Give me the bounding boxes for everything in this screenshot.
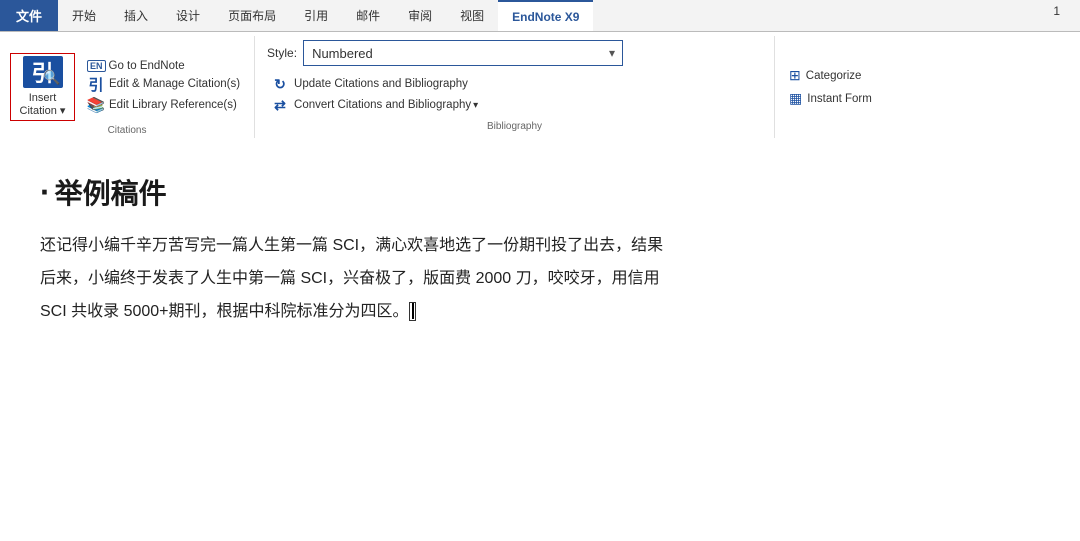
document-content: 举例稿件 还记得小编千辛万苦写完一篇人生第一篇 SCI，满心欢喜地选了一份期刊投… [0, 142, 1080, 350]
tab-view[interactable]: 视图 [446, 0, 498, 31]
instant-form-icon: ▦ [789, 90, 802, 107]
goto-endnote-label: Go to EndNote [109, 60, 185, 72]
insert-citation-icon: 引 🔍 [23, 56, 63, 88]
en-badge: EN [87, 60, 106, 72]
tab-file[interactable]: 文件 [0, 0, 58, 31]
convert-dropdown-indicator: ▾ [473, 100, 478, 111]
convert-citations-label: Convert Citations and Bibliography [294, 99, 471, 111]
insert-citation-button[interactable]: 引 🔍 Insert Citation ▾ [10, 53, 75, 121]
update-citations-icon: ↻ [271, 75, 289, 93]
convert-citations-item[interactable]: ⇄ Convert Citations and Bibliography ▾ [267, 95, 482, 115]
citations-menu-items: EN Go to EndNote 引 Edit & Manage Citatio… [83, 55, 244, 119]
paragraph-2: 后来，小编终于发表了人生中第一篇 SCI，兴奋极了，版面费 2000 刀，咬咬牙… [40, 265, 1040, 294]
style-label: Style: [267, 46, 297, 60]
ribbon-content: 引 🔍 Insert Citation ▾ EN Go to EndNote [0, 32, 1080, 142]
edit-manage-citation-item[interactable]: 引 Edit & Manage Citation(s) [83, 74, 244, 94]
document-body: 还记得小编千辛万苦写完一篇人生第一篇 SCI，满心欢喜地选了一份期刊投了出去，结… [40, 232, 1040, 326]
library-ref-icon: 📚 [87, 96, 105, 114]
tab-start[interactable]: 开始 [58, 0, 110, 31]
tab-design[interactable]: 设计 [162, 0, 214, 31]
goto-endnote-item[interactable]: EN Go to EndNote [83, 59, 244, 73]
citations-group-label: Citations [0, 123, 254, 138]
instant-form-label: Instant Form [807, 93, 872, 105]
style-dropdown[interactable]: Numbered [303, 40, 623, 66]
edit-manage-citation-label: Edit & Manage Citation(s) [109, 78, 240, 90]
insert-citation-label: Insert Citation ▾ [20, 92, 66, 118]
edit-library-ref-label: Edit Library Reference(s) [109, 99, 237, 111]
style-dropdown-wrapper: Numbered [303, 40, 623, 66]
tab-reference[interactable]: 引用 [290, 0, 342, 31]
text-cursor [409, 302, 416, 321]
tab-insert[interactable]: 插入 [110, 0, 162, 31]
instant-form-item[interactable]: ▦ Instant Form [785, 89, 876, 108]
tab-layout[interactable]: 页面布局 [214, 0, 290, 31]
tab-endnote[interactable]: EndNote X9 [498, 0, 593, 31]
citations-group: 引 🔍 Insert Citation ▾ EN Go to EndNote [0, 36, 255, 138]
ribbon-tabs: 文件 开始 插入 设计 页面布局 引用 邮件 审阅 视图 EndNote X9 [0, 0, 1080, 32]
paragraph-1: 还记得小编千辛万苦写完一篇人生第一篇 SCI，满心欢喜地选了一份期刊投了出去，结… [40, 232, 1040, 261]
edit-citation-icon: 引 [87, 75, 105, 93]
style-row: Style: Numbered [267, 40, 623, 66]
categorize-item[interactable]: ⊞ Categorize [785, 66, 876, 85]
search-overlay-icon: 🔍 [43, 69, 60, 86]
bibliography-group-label: Bibliography [267, 119, 762, 134]
edit-library-ref-item[interactable]: 📚 Edit Library Reference(s) [83, 95, 244, 115]
categorize-label: Categorize [806, 70, 862, 82]
paragraph-3-text: SCI 共收录 5000+期刊，根据中科院标准分为四区。 [40, 303, 409, 320]
document-title: 举例稿件 [40, 172, 1040, 212]
paragraph-3: SCI 共收录 5000+期刊，根据中科院标准分为四区。 [40, 298, 1040, 327]
categorize-icon: ⊞ [789, 67, 801, 84]
tab-review[interactable]: 审阅 [394, 0, 446, 31]
tab-mail[interactable]: 邮件 [342, 0, 394, 31]
right-group: ⊞ Categorize ▦ Instant Form [775, 36, 886, 138]
page-number: 1 [1053, 4, 1060, 18]
bibliography-group: Style: Numbered ↻ Update Citations and B… [255, 36, 775, 138]
update-citations-label: Update Citations and Bibliography [294, 78, 468, 90]
bib-menu-items: ↻ Update Citations and Bibliography ⇄ Co… [267, 74, 482, 115]
update-citations-item[interactable]: ↻ Update Citations and Bibliography [267, 74, 482, 94]
convert-citations-icon: ⇄ [271, 96, 289, 114]
